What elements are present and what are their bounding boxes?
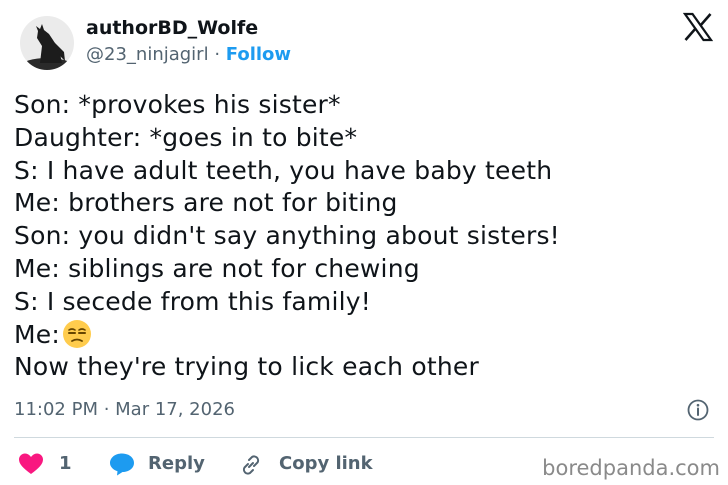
tweet-line: Now they're trying to lick each other: [14, 352, 479, 382]
x-logo-icon[interactable]: [683, 12, 713, 42]
author-handle[interactable]: @23_ninjagirl: [86, 44, 209, 65]
heart-icon: [19, 453, 43, 474]
avatar[interactable]: [20, 16, 74, 70]
info-icon[interactable]: [686, 398, 710, 422]
handle-row: @23_ninjagirl · Follow: [86, 43, 291, 67]
separator: ·: [208, 44, 226, 65]
watermark: boredpanda.com: [542, 456, 720, 480]
tweet-line: Daughter: *goes in to bite*: [14, 122, 358, 152]
tweet-line: Me: siblings are not for chewing: [14, 253, 420, 283]
reply-label: Reply: [148, 453, 205, 474]
like-count: 1: [59, 453, 72, 474]
author-name[interactable]: authorBD_Wolfe: [86, 16, 258, 40]
tweet-text: Son: *provokes his sister* Daughter: *go…: [14, 89, 560, 384]
unamused-face-icon: [62, 319, 91, 348]
link-icon: [242, 455, 260, 475]
tweet-timestamp[interactable]: 11:02 PM · Mar 17, 2026: [14, 398, 235, 422]
tweet-line-text: Me:: [14, 319, 60, 349]
speech-bubble-icon: [110, 453, 134, 476]
follow-button[interactable]: Follow: [226, 44, 291, 65]
wolf-avatar-icon: [21, 24, 73, 70]
tweet-line: S: I secede from this family!: [14, 286, 371, 316]
tweet-line: Me: brothers are not for biting: [14, 188, 398, 218]
tweet-line: S: I have adult teeth, you have baby tee…: [14, 155, 553, 185]
tweet-line-with-emoji: Me:: [14, 319, 560, 352]
divider: [14, 437, 714, 438]
tweet-line: Son: *provokes his sister*: [14, 90, 341, 119]
tweet-line: Son: you didn't say anything about siste…: [14, 221, 560, 251]
copy-link-label: Copy link: [279, 453, 373, 474]
